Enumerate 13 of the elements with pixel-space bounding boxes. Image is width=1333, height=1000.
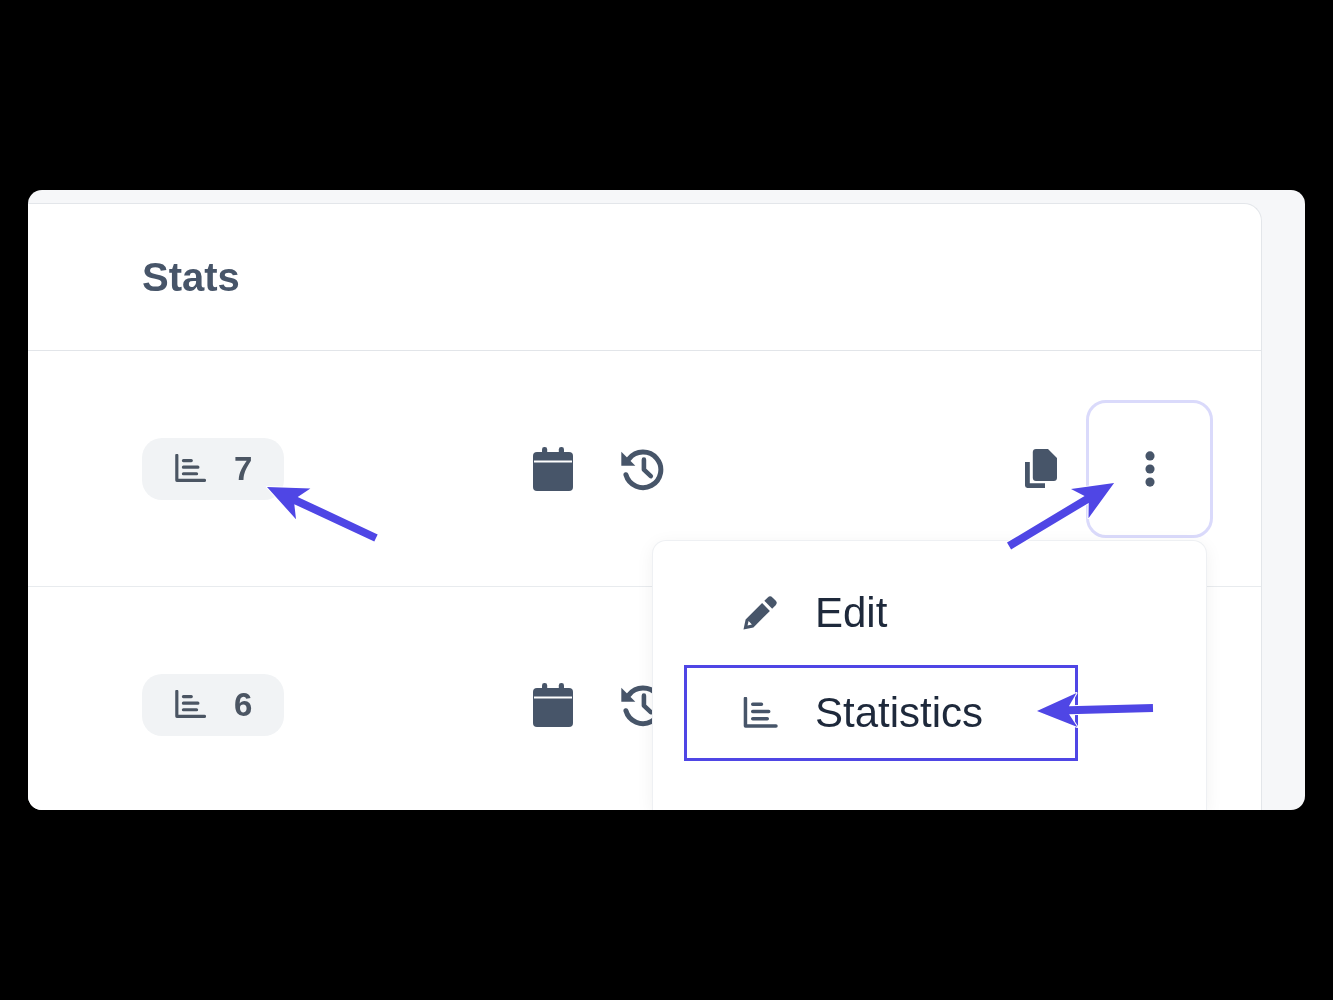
vertical-dots-icon	[1144, 450, 1155, 487]
bar-chart-icon	[174, 454, 206, 483]
stats-button[interactable]: 6	[142, 673, 285, 736]
menu-item[interactable]: Edit	[684, 565, 1078, 661]
calendar-icon[interactable]	[533, 446, 573, 491]
more-button[interactable]	[1086, 399, 1213, 538]
panel-title: Stats	[142, 255, 240, 299]
pencil-icon	[742, 595, 778, 631]
bar-chart-icon	[174, 690, 206, 719]
bar-chart-icon	[742, 697, 778, 729]
menu-item[interactable]: Statistics	[684, 665, 1078, 761]
calendar-icon[interactable]	[533, 682, 573, 727]
stats-button[interactable]: 7	[142, 437, 285, 500]
